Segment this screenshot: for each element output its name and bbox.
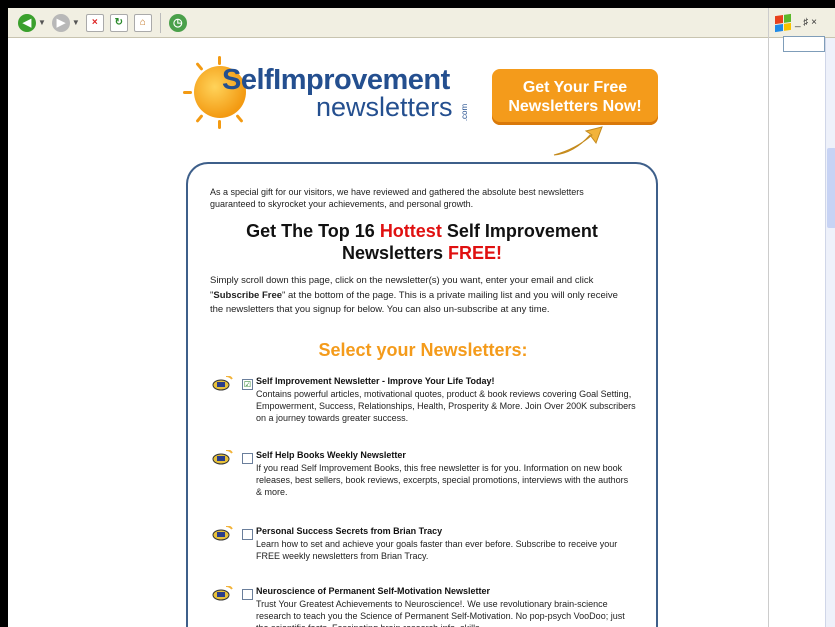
newsletter-icon [212,526,233,541]
newsletter-description: Trust Your Greatest Achievements to Neur… [256,599,625,627]
logo-line2: newsletters [316,92,453,122]
instructions-text: Simply scroll down this page, click on t… [210,274,630,318]
home-icon[interactable]: ⌂ [133,13,152,32]
right-pane: _ ♯ × [768,8,835,627]
site-logo[interactable]: SelfImprovement newsletters .com [183,56,470,136]
newsletter-checkbox[interactable] [242,589,253,600]
newsletter-description: If you read Self Improvement Books, this… [256,463,629,497]
headline-part1: Get The Top 16 [246,221,380,241]
newsletter-description: Learn how to set and achieve your goals … [256,539,618,561]
newsletter-title: Self Improvement Newsletter - Improve Yo… [256,376,495,386]
window-corner: _ ♯ × [769,8,835,38]
history-icon[interactable]: ◷ [168,13,187,32]
back-dropdown-icon[interactable]: ▼ [38,18,46,27]
toolbar-separator [159,12,161,33]
newsletter-panel: As a special gift for our visitors, we h… [186,162,658,627]
instructions-bold: Subscribe Free [213,289,283,301]
newsletter-title: Neuroscience of Permanent Self-Motivatio… [256,586,491,596]
headline-highlight-free: FREE! [448,243,503,263]
curved-arrow-icon [553,126,603,156]
scrollbar-thumb[interactable] [827,148,835,228]
intro-text: As a special gift for our visitors, we h… [210,187,584,209]
get-newsletters-button[interactable]: Get Your Free Newsletters Now! [492,69,658,125]
refresh-icon[interactable]: ↻ [109,13,128,32]
address-field[interactable] [783,36,825,52]
newsletter-icon [212,586,233,601]
newsletter-checkbox[interactable]: ☑ [242,379,253,390]
newsletter-checkbox[interactable] [242,453,253,464]
web-page: SelfImprovement newsletters .com Get You… [8,38,768,627]
logo-suffix: .com [460,103,470,122]
cta-line1: Get Your Free [522,79,628,96]
browser-toolbar: ◀ ▼ ▶ ▼ × ↻ ⌂ ◷ [8,8,768,38]
newsletter-title: Self Help Books Weekly Newsletter [256,450,406,460]
headline-highlight-hottest: Hottest [379,221,442,241]
window-controls[interactable]: _ ♯ × [795,17,817,28]
vertical-scrollbar[interactable] [825,38,835,627]
newsletter-icon [212,376,233,391]
page-headline: Get The Top 16 Hottest Self Improvement … [202,220,642,264]
newsletter-description: Contains powerful articles, motivational… [256,389,636,423]
back-icon[interactable]: ◀ [18,13,36,32]
select-newsletters-heading: Select your Newsletters: [318,340,528,360]
newsletter-title: Personal Success Secrets from Brian Trac… [256,526,443,536]
forward-dropdown-icon[interactable]: ▼ [72,18,80,27]
forward-icon[interactable]: ▶ [51,13,70,32]
newsletter-checkbox[interactable] [242,529,253,540]
stop-icon[interactable]: × [85,13,104,32]
windows-logo-icon [775,13,791,32]
newsletter-icon [212,450,233,465]
cta-line2: Newsletters Now! [508,98,642,115]
browser-window: ◀ ▼ ▶ ▼ × ↻ ⌂ ◷ _ ♯ × SelfImprovement ne… [8,8,835,627]
